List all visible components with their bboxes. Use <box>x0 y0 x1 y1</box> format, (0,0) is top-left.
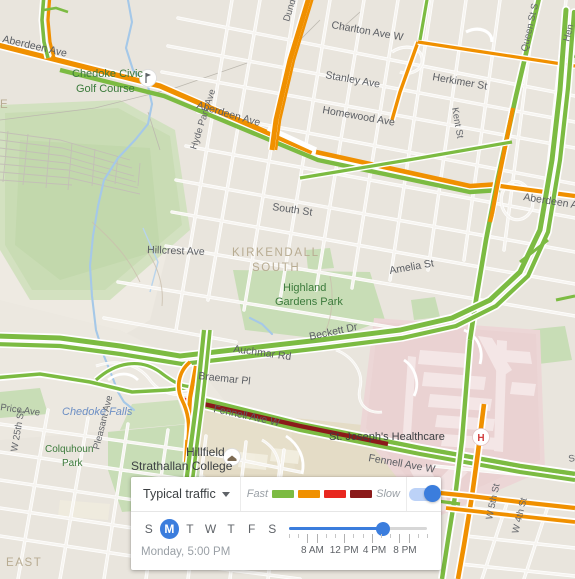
tick-mark <box>427 534 428 538</box>
tick-mark <box>390 534 392 538</box>
tick-mark <box>353 534 355 538</box>
place-label-chedoke-falls: Chedoke Falls <box>62 406 133 418</box>
toggle-track <box>408 485 441 502</box>
tick-mark <box>335 534 336 538</box>
chevron-down-icon <box>221 491 230 497</box>
neighborhood-label-south: SOUTH <box>252 262 300 274</box>
day-button-friday[interactable]: F <box>242 519 262 539</box>
neighborhood-label-west-edge: E <box>0 99 9 111</box>
tick-mark <box>298 534 300 538</box>
tick-mark <box>289 534 290 538</box>
map-canvas[interactable]: Aberdeen Ave Aberdeen Ave Aberdeen A Cha… <box>0 0 575 579</box>
tick-mark <box>362 534 364 538</box>
legend-swatch-fast <box>272 490 295 498</box>
legend-slow-label: Slow <box>376 488 400 500</box>
tick-label: 8 PM <box>393 545 417 556</box>
legend-swatch-very-slow <box>350 490 373 498</box>
traffic-legend: Fast Slow <box>241 488 406 500</box>
tick-mark <box>307 534 309 543</box>
place-label-chedoke-civic-golf-l2: Golf Course <box>76 83 135 95</box>
tick-mark <box>325 534 327 538</box>
day-button-wednesday[interactable]: W <box>201 519 221 539</box>
traffic-panel-body: S M T W T F S Monday, 5:00 PM 8 AM 12 PM 4… <box>131 512 441 570</box>
hospital-h-icon: H <box>477 433 484 444</box>
time-slider-column[interactable]: 8 AM 12 PM 4 PM 8 PM <box>283 512 441 570</box>
day-button-tuesday[interactable]: T <box>180 519 200 539</box>
traffic-panel-header: Typical traffic Fast Slow <box>131 477 441 512</box>
time-slider-track[interactable] <box>289 521 427 536</box>
time-slider-ticks <box>289 534 428 544</box>
traffic-type-label: Typical traffic <box>143 487 216 501</box>
time-slider-tick-labels: 8 AM 12 PM 4 PM 8 PM <box>289 545 427 559</box>
tick-mark <box>399 534 401 543</box>
place-label-highland-gardens-park-l2: Gardens Park <box>275 296 343 308</box>
place-label-st-josephs-healthcare: St. Joseph's Healthcare <box>329 431 445 443</box>
toggle-knob <box>423 485 441 502</box>
day-button-sunday[interactable]: S <box>139 519 159 539</box>
tick-label: 12 PM <box>329 545 359 556</box>
traffic-type-select[interactable]: Typical traffic <box>131 477 241 511</box>
day-time-column: S M T W T F S Monday, 5:00 PM <box>131 512 283 570</box>
traffic-layer-toggle[interactable] <box>405 477 441 511</box>
place-label-hillfield-l2: Strathallan College <box>131 459 233 473</box>
day-button-thursday[interactable]: T <box>221 519 241 539</box>
day-button-monday[interactable]: M <box>159 519 180 539</box>
place-label-chedoke-civic-golf-l1: Chedoke Civic <box>72 68 143 80</box>
neighborhood-label-east: EAST <box>6 557 42 569</box>
tick-mark <box>417 534 419 538</box>
place-label-highland-gardens-park-l1: Highland <box>283 282 326 294</box>
street-label-st-edge: St <box>568 453 575 465</box>
place-label-colquhoun-park-l1: Colquhoun <box>45 444 93 455</box>
legend-swatch-slow <box>324 490 347 498</box>
selected-datetime-label: Monday, 5:00 PM <box>141 546 231 558</box>
place-label-colquhoun-park-l2: Park <box>62 458 84 469</box>
neighborhood-label-kirkendall: KIRKENDALL <box>232 247 320 259</box>
traffic-panel[interactable]: Typical traffic Fast Slow S M T W T F S … <box>131 477 441 570</box>
time-slider-fill <box>289 527 383 530</box>
tick-mark <box>408 534 410 543</box>
tick-label: 4 PM <box>362 545 387 556</box>
tick-label: 8 AM <box>301 545 324 556</box>
tick-mark <box>381 534 382 538</box>
tick-mark <box>316 534 318 543</box>
day-picker[interactable]: S M T W T F S <box>139 519 283 539</box>
street-label-hillcrest-ave: Hillcrest Ave <box>147 244 205 258</box>
tick-mark <box>344 534 346 543</box>
legend-fast-label: Fast <box>246 488 269 500</box>
place-label-hillfield-l1: Hillfield <box>186 445 225 459</box>
tick-mark <box>371 534 373 543</box>
day-button-saturday[interactable]: S <box>262 519 282 539</box>
legend-swatch-moderate <box>298 490 321 498</box>
